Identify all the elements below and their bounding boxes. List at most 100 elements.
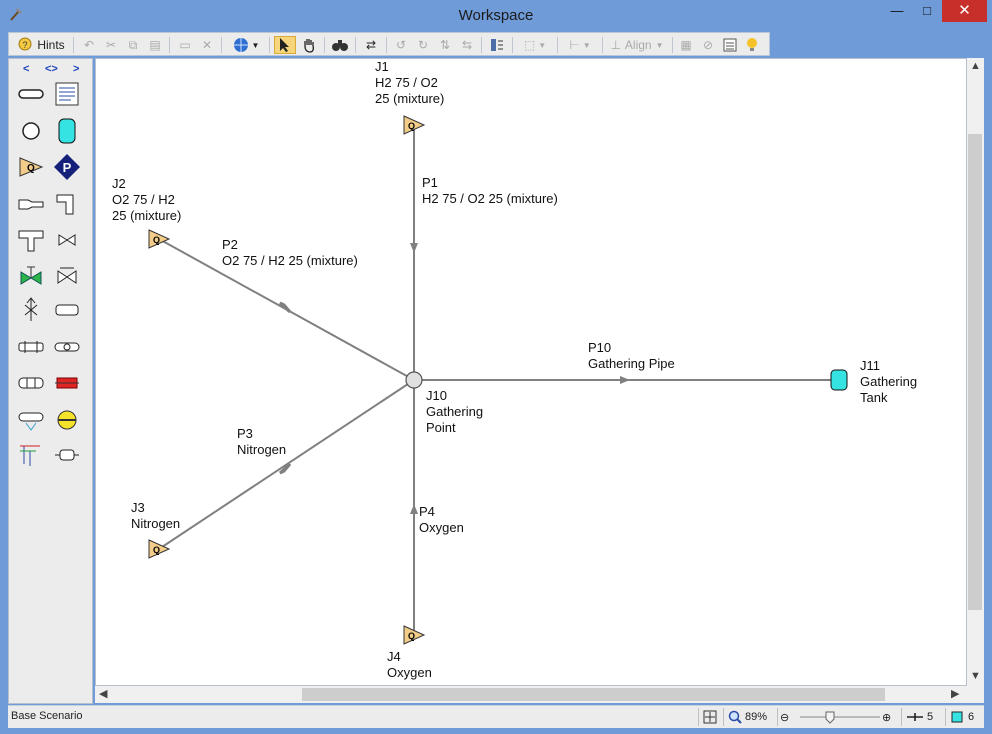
palette-toggle-button[interactable]: <> [45, 63, 58, 75]
annotation-tool-icon[interactable] [53, 81, 81, 107]
pipe-p3[interactable] [158, 379, 415, 550]
arrow-select-tool[interactable] [274, 36, 296, 54]
junction-count-icon [951, 711, 963, 723]
zoom-slider-thumb[interactable] [825, 711, 835, 724]
align-label: Align [624, 38, 652, 52]
mirror-icon[interactable]: ⇆ [457, 36, 477, 54]
horizontal-scrollbar[interactable]: ◀ ▶ [95, 686, 967, 703]
globe-icon [233, 38, 248, 52]
zoom-slider[interactable] [798, 709, 882, 725]
vertical-scrollbar[interactable]: ▲ ▼ [967, 58, 984, 686]
check-valve-tool-icon[interactable] [53, 262, 81, 288]
properties-icon[interactable] [720, 36, 740, 54]
hand-icon [304, 39, 315, 53]
horizontal-scroll-thumb[interactable] [302, 688, 885, 701]
spray-tool-icon[interactable] [53, 442, 81, 468]
p1-label: P1 H2 75 / O2 25 (mixture) [422, 175, 558, 206]
junction-j11-tank-icon[interactable] [830, 369, 848, 391]
junction-j10-branch-icon[interactable] [405, 371, 423, 389]
pipe-draw-dropdown[interactable]: ⬚ ▼ [517, 36, 553, 54]
annotate-icon[interactable] [486, 36, 508, 54]
grid-icon[interactable]: ▦ [676, 36, 696, 54]
multi-pipe-tool-icon[interactable] [17, 442, 45, 468]
align-dropdown[interactable]: ⊥ Align ▼ [606, 36, 668, 54]
delete-icon[interactable]: ✕ [197, 36, 217, 54]
junction-j3-assigned-flow-icon[interactable]: Q [148, 539, 171, 559]
assigned-flow-tool-icon[interactable]: Q [17, 154, 45, 180]
paste-icon[interactable]: ▤ [145, 36, 165, 54]
flip-icon[interactable]: ⇅ [435, 36, 455, 54]
svg-text:?: ? [23, 40, 28, 50]
rotate-right-icon[interactable]: ↻ [413, 36, 433, 54]
j4-label: J4 Oxygen [387, 649, 432, 680]
scroll-down-icon[interactable]: ▼ [970, 670, 981, 682]
orifice-tool-icon[interactable] [17, 334, 45, 360]
p4-label: P4 Oxygen [419, 504, 464, 535]
minimize-button[interactable]: — [882, 0, 912, 22]
zoom-in-icon[interactable]: ⊕ [882, 709, 891, 725]
zoom-readout: 89% [728, 709, 767, 725]
vertical-scroll-thumb[interactable] [968, 134, 982, 610]
branch-tool-icon[interactable] [17, 118, 45, 144]
cut-icon[interactable]: ✂ [101, 36, 121, 54]
compressor-tool-icon[interactable] [17, 407, 45, 433]
hints-button[interactable]: ? Hints [12, 36, 70, 54]
j2-label: J2 O2 75 / H2 25 (mixture) [112, 176, 182, 223]
hints-label: Hints [37, 38, 65, 52]
scroll-right-icon[interactable]: ▶ [951, 687, 959, 700]
lightbulb-question-icon: ? [18, 37, 32, 51]
select-all-icon[interactable]: ▭ [175, 36, 195, 54]
pump-tool-icon[interactable] [53, 407, 81, 433]
swap-direction-icon[interactable]: ⇄ [360, 36, 382, 54]
valve-tool-icon[interactable] [53, 227, 81, 253]
lightbulb-icon[interactable] [742, 36, 762, 54]
junction-glyph: Q [153, 545, 160, 555]
scroll-left-icon[interactable]: ◀ [99, 687, 107, 700]
copy-icon[interactable]: ⧉ [123, 36, 143, 54]
maximize-button[interactable]: □ [912, 0, 942, 22]
j1-label: J1 H2 75 / O2 25 (mixture) [375, 59, 445, 106]
workspace-toolbar: ? Hints ↶ ✂ ⧉ ▤ ▭ ✕ ▼ ⇄ ↺ ↻ ⇅ ⇆ ⬚ ▼ ⊢ ▼ … [8, 32, 770, 56]
reservoir-tool-icon[interactable] [53, 118, 81, 144]
zoom-out-icon[interactable]: ⊖ [780, 709, 789, 725]
binoculars-icon[interactable] [329, 36, 351, 54]
junction-count-value: 6 [968, 711, 975, 723]
bend-tool-icon[interactable] [53, 191, 81, 217]
palette-next-button[interactable]: > [73, 63, 79, 75]
assigned-pressure-tool-icon[interactable]: P [53, 154, 81, 180]
undo-icon[interactable]: ↶ [79, 36, 99, 54]
chevron-down-icon: ▼ [251, 40, 260, 50]
svg-text:P: P [63, 160, 72, 175]
snap-dropdown[interactable]: ⊢ ▼ [562, 36, 598, 54]
palette-prev-button[interactable]: < [23, 63, 29, 75]
chevron-down-icon: ▼ [582, 40, 591, 50]
screen-tool-icon[interactable] [53, 334, 81, 360]
p3-label: P3 Nitrogen [237, 426, 287, 457]
pipe-count: 5 [906, 709, 933, 725]
relief-valve-tool-icon[interactable] [17, 297, 45, 323]
view-globe-dropdown[interactable]: ▼ [227, 36, 265, 54]
scroll-corner [967, 686, 984, 703]
align-icon: ⊥ [610, 38, 621, 52]
p2-label: P2 O2 75 / H2 25 (mixture) [222, 237, 358, 268]
scroll-up-icon[interactable]: ▲ [970, 60, 981, 72]
window-title: Workspace [458, 7, 534, 24]
close-button[interactable]: ✕ [942, 0, 987, 22]
rotate-left-icon[interactable]: ↺ [391, 36, 411, 54]
pan-hand-tool[interactable] [298, 36, 320, 54]
area-change-tool-icon[interactable] [17, 191, 45, 217]
heat-exchanger-tool-icon[interactable] [53, 370, 81, 396]
scenario-name: Base Scenario [11, 710, 83, 722]
junction-j2-assigned-flow-icon[interactable]: Q [148, 229, 171, 249]
control-valve-tool-icon[interactable] [17, 262, 45, 288]
pipe-tool-icon[interactable] [17, 81, 45, 107]
general-component-tool-icon[interactable] [17, 370, 45, 396]
j3-label: J3 Nitrogen [131, 500, 181, 531]
junction-glyph: Q [153, 235, 160, 245]
workspace-canvas[interactable]: Q Q Q Q J1 H2 75 / O2 25 (mixture) J2 O2… [95, 58, 967, 686]
tee-tool-icon[interactable] [17, 227, 45, 253]
zoom-fit-icon[interactable] [702, 709, 718, 725]
dead-end-tool-icon[interactable] [53, 297, 81, 323]
prohibit-icon[interactable]: ⊘ [698, 36, 718, 54]
pipe-count-value: 5 [927, 711, 934, 723]
